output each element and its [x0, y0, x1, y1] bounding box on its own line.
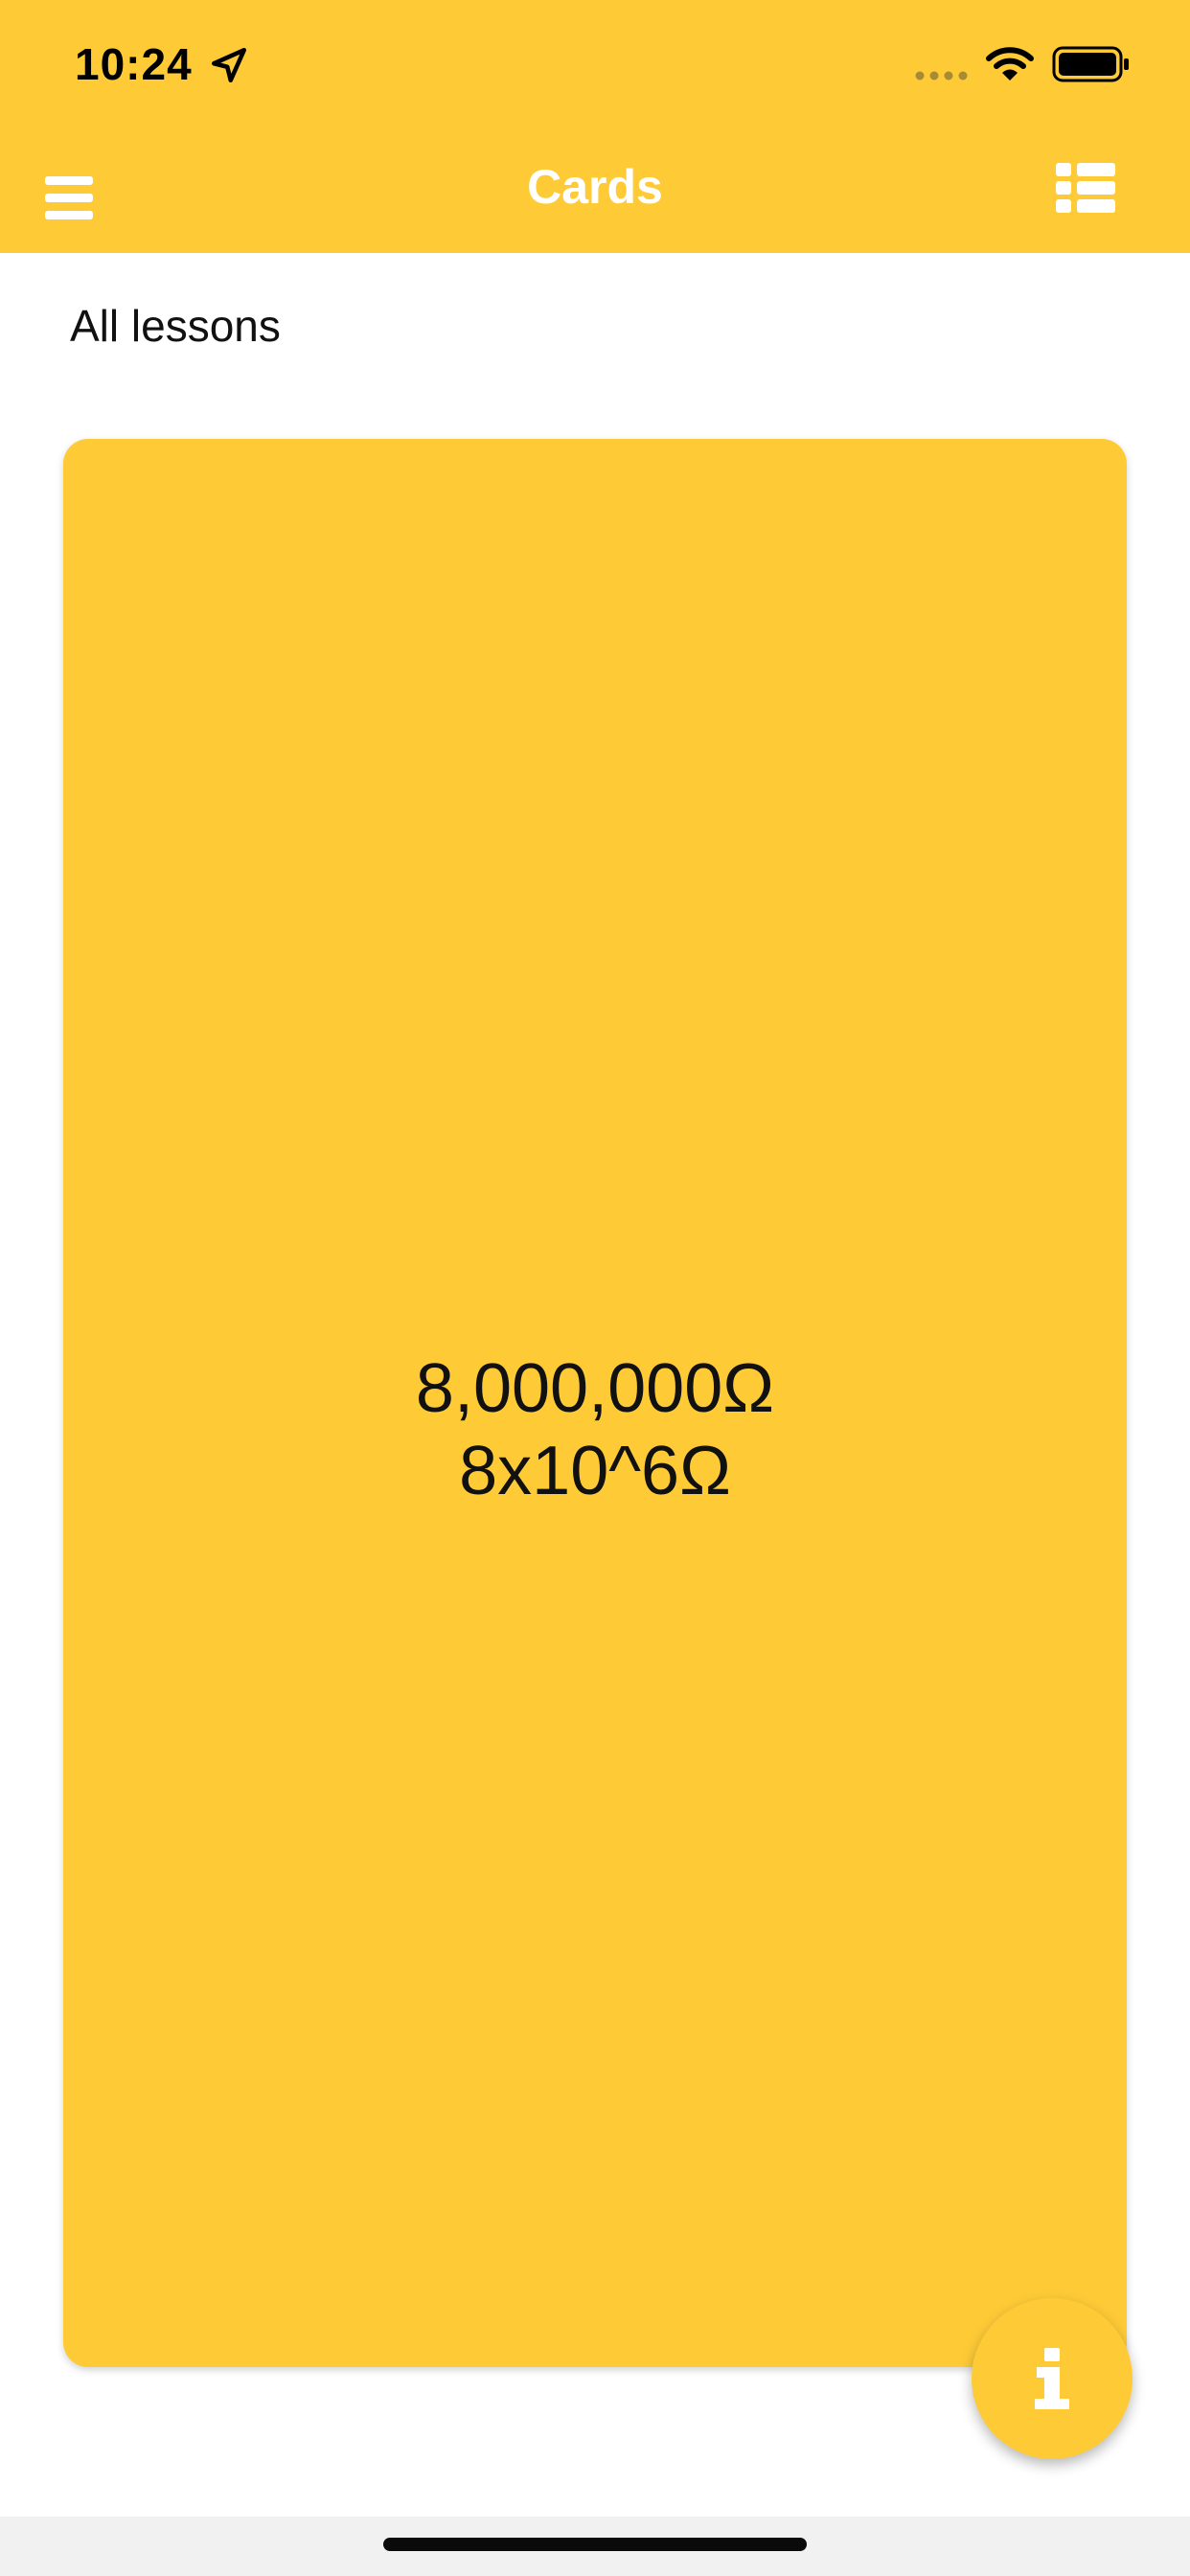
info-button[interactable] [972, 2298, 1133, 2459]
card-content: 8,000,000Ω 8x10^6Ω [63, 1347, 1127, 1512]
home-indicator[interactable] [383, 2538, 807, 2551]
info-icon [1035, 2348, 1069, 2409]
cellular-signal-icon [915, 71, 968, 80]
lesson-filter-label[interactable]: All lessons [70, 300, 281, 352]
app-header: 10:24 Cards [0, 0, 1190, 253]
battery-icon [1052, 46, 1129, 82]
page-title: Cards [527, 160, 663, 214]
card-text-line-2: 8x10^6Ω [459, 1433, 731, 1509]
list-view-icon[interactable] [1054, 161, 1117, 215]
flash-card[interactable]: 8,000,000Ω 8x10^6Ω [63, 439, 1127, 2367]
card-text-line-1: 8,000,000Ω [415, 1350, 775, 1427]
status-bar-time: 10:24 [75, 39, 193, 89]
location-arrow-icon [211, 47, 247, 83]
wifi-icon [986, 47, 1034, 80]
